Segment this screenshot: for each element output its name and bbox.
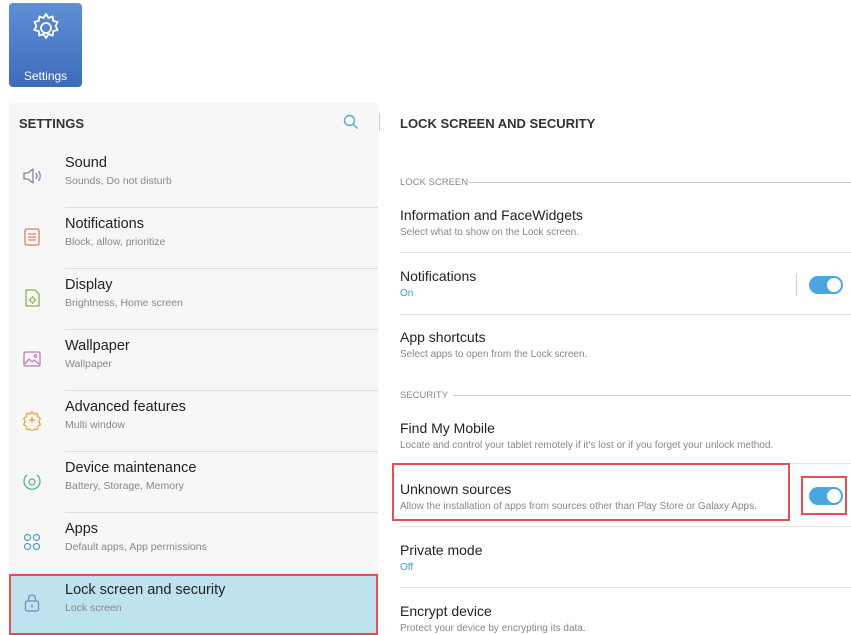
divider (400, 252, 851, 253)
sidebar-item-title: Wallpaper (65, 338, 130, 354)
setting-title: App shortcuts (400, 329, 486, 345)
divider (400, 314, 851, 315)
panel-title: LOCK SCREEN AND SECURITY (400, 116, 596, 131)
sidebar-item-subtitle: Block, allow, prioritize (65, 236, 166, 248)
notifications-icon (24, 228, 40, 246)
sidebar-item-lock-screen-and-security[interactable]: Lock screen and security Lock screen (9, 574, 378, 635)
apps-icon (23, 533, 41, 551)
sidebar-item-device-maintenance[interactable]: Device maintenance Battery, Storage, Mem… (9, 452, 378, 513)
divider (400, 587, 851, 588)
sidebar-item-subtitle: Multi window (65, 419, 126, 431)
display-icon (25, 289, 40, 307)
setting-title: Encrypt device (400, 603, 492, 619)
sidebar-header: SETTINGS (9, 103, 378, 143)
toggle-highlight (801, 476, 847, 515)
section-header-security: SECURITY (400, 390, 449, 401)
sidebar-item-title: Advanced features (65, 399, 186, 415)
setting-title: Notifications (400, 268, 477, 284)
setting-title: Private mode (400, 542, 483, 558)
sidebar-title: SETTINGS (19, 116, 85, 131)
setting-private-mode[interactable]: Private mode Off (381, 534, 851, 582)
sidebar-item-subtitle: Default apps, App permissions (65, 541, 207, 553)
app-icon-label: Settings (23, 69, 68, 83)
setting-title: Information and FaceWidgets (400, 207, 583, 223)
toggle-knob (827, 278, 841, 292)
setting-information-facewidgets[interactable]: Information and FaceWidgets Select what … (381, 199, 851, 247)
section-divider (469, 182, 851, 183)
lock-screen-security-panel: LOCK SCREEN AND SECURITY LOCK SCREEN Inf… (381, 103, 851, 634)
sidebar-item-subtitle: Brightness, Home screen (65, 297, 183, 309)
setting-title: Find My Mobile (400, 420, 495, 436)
setting-subtitle: Locate and control your tablet remotely … (400, 440, 774, 451)
sidebar-item-title: Notifications (65, 216, 144, 232)
toggle-separator (796, 274, 797, 296)
sidebar-item-apps[interactable]: Apps Default apps, App permissions (9, 513, 378, 574)
sidebar-item-title: Display (65, 277, 113, 293)
divider (400, 526, 851, 527)
wallpaper-icon (23, 351, 41, 367)
setting-find-my-mobile[interactable]: Find My Mobile Locate and control your t… (381, 412, 851, 460)
sidebar-item-subtitle: Wallpaper (65, 358, 112, 370)
sidebar-item-display[interactable]: Display Brightness, Home screen (9, 269, 378, 330)
sidebar-item-notifications[interactable]: Notifications Block, allow, prioritize (9, 208, 378, 269)
advanced-features-icon (23, 410, 41, 431)
sidebar-item-subtitle: Lock screen (65, 602, 122, 614)
settings-app-icon[interactable]: Settings (9, 3, 82, 87)
search-icon[interactable] (343, 114, 359, 130)
setting-subtitle: Select apps to open from the Lock screen… (400, 349, 588, 360)
settings-sidebar: SETTINGS Sound Sounds, Do not disturb No… (9, 103, 378, 635)
speaker-icon (23, 168, 41, 184)
setting-status: Off (400, 562, 414, 573)
sidebar-item-subtitle: Sounds, Do not disturb (65, 175, 172, 187)
section-divider (453, 395, 851, 396)
sidebar-item-title: Sound (65, 155, 107, 171)
sidebar-item-subtitle: Battery, Storage, Memory (65, 480, 184, 492)
setting-encrypt-device[interactable]: Encrypt device Protect your device by en… (381, 595, 851, 634)
sidebar-item-advanced-features[interactable]: Advanced features Multi window (9, 391, 378, 452)
gear-icon (33, 13, 59, 39)
lock-icon (24, 594, 40, 612)
section-header-lock-screen: LOCK SCREEN (400, 177, 469, 188)
panel-divider (379, 113, 380, 131)
device-maintenance-icon (23, 474, 41, 490)
setting-app-shortcuts[interactable]: App shortcuts Select apps to open from t… (381, 321, 851, 369)
unknown-sources-highlight (392, 463, 790, 521)
sidebar-item-wallpaper[interactable]: Wallpaper Wallpaper (9, 330, 378, 391)
setting-subtitle: Select what to show on the Lock screen. (400, 227, 579, 238)
sidebar-item-title: Apps (65, 521, 99, 537)
setting-status: On (400, 288, 414, 299)
sidebar-item-title: Device maintenance (65, 460, 197, 476)
setting-subtitle: Protect your device by encrypting its da… (400, 623, 586, 634)
setting-notifications[interactable]: Notifications On (381, 260, 851, 310)
sidebar-item-sound[interactable]: Sound Sounds, Do not disturb (9, 147, 378, 208)
notifications-toggle[interactable] (809, 276, 843, 294)
sidebar-item-title: Lock screen and security (65, 582, 226, 598)
